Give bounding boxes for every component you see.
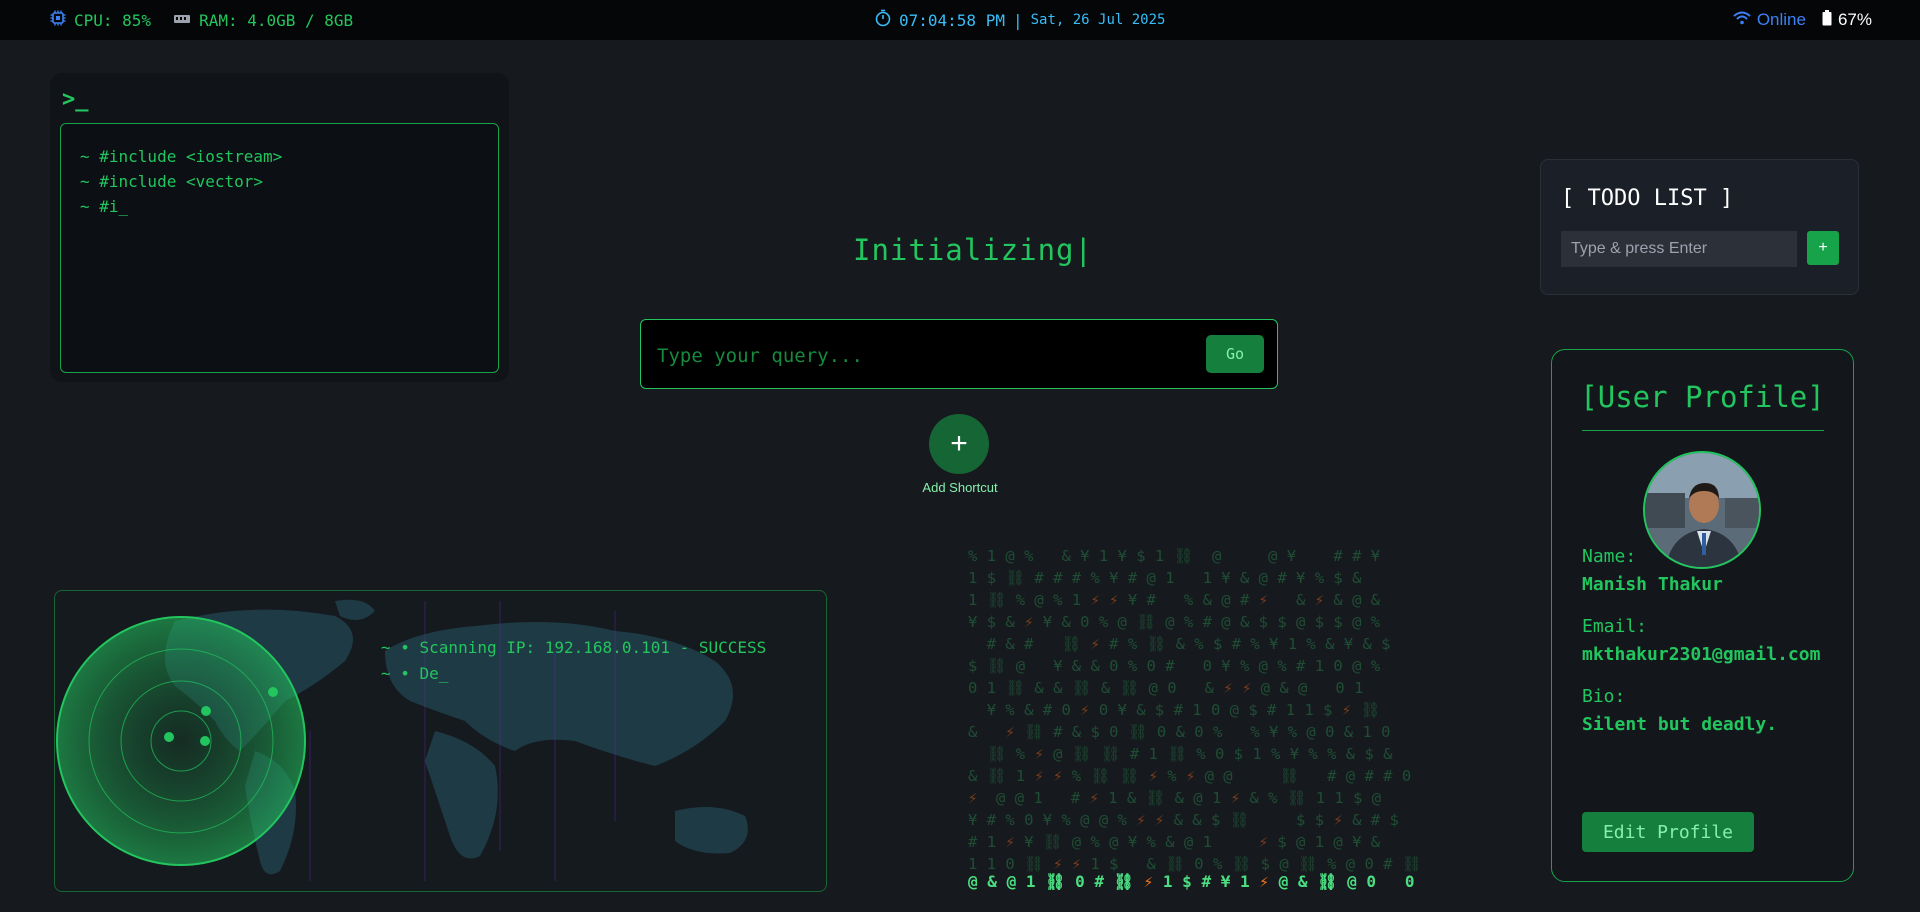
matrix-row: # & # ⛓ ⚡ # % ⛓ & % $ # % ¥ 1 % & ¥ & $ <box>986 635 1391 653</box>
matrix-row: 0 1 ⛓ & & ⛓ & ⛓ @ 0 & ⚡ ⚡ @ & @ 0 1 <box>968 679 1364 697</box>
matrix-row: % 1 @ % & ¥ 1 ¥ $ 1 ⛓ @ @ ¥ # # ¥ <box>968 547 1381 565</box>
wifi-icon <box>1733 10 1751 30</box>
todo-add-button[interactable]: + <box>1807 231 1839 265</box>
profile-divider <box>1582 430 1824 431</box>
ram-stat: RAM: 4.0GB / 8GB <box>173 11 353 30</box>
memory-icon <box>173 11 191 30</box>
user-profile-card: [User Profile] Name: Manish Thakur Email… <box>1551 349 1854 882</box>
terminal-line: ~ #include <iostream> <box>80 147 283 166</box>
plus-icon: + <box>950 427 968 460</box>
add-shortcut-button[interactable]: + <box>929 414 989 474</box>
code-terminal: >_ ~ #include <iostream> ~ #include <vec… <box>50 73 509 382</box>
terminal-line: ~ #i_ <box>80 197 129 216</box>
matrix-rain-highlight: @ & @ 1 ⛓ 0 # ⛓ ⚡ 1 $ # ¥ 1 ⚡ @ & ⛓ @ 0 … <box>968 872 1415 891</box>
profile-bio: Silent but deadly. <box>1582 714 1778 735</box>
clock-date: Sat, 26 Jul 2025 <box>1030 12 1166 28</box>
matrix-row: ⚡ @ @ 1 # ⚡ 1 & ⛓ & @ 1 ⚡ & % ⛓ 1 1 $ @ <box>968 789 1382 807</box>
matrix-row: @ & @ 1 ⛓ 0 # ⛓ ⚡ 1 $ # ¥ 1 ⚡ @ & ⛓ @ 0 … <box>968 872 1415 891</box>
matrix-row: ¥ % & # 0 ⚡ 0 ¥ & $ # 1 0 @ $ # 1 1 $ ⚡ … <box>986 701 1381 719</box>
network-label: Online <box>1756 10 1806 29</box>
edit-profile-button[interactable]: Edit Profile <box>1582 812 1754 852</box>
matrix-row: 1 $ ⛓ # # # % ¥ # @ 1 1 ¥ & @ # ¥ % $ & <box>968 569 1362 587</box>
scan-log-line: ~ • De_ <box>381 664 449 683</box>
system-status: Online 67% <box>1733 0 1872 40</box>
avatar <box>1643 451 1761 569</box>
matrix-row: & ⚡ ⛓ # & $ 0 ⛓ 0 & 0 % % ¥ % @ 0 & 1 0 <box>968 723 1391 741</box>
profile-bio-label: Bio: <box>1582 686 1626 707</box>
matrix-row: & ⛓ 1 ⚡ ⚡ % ⛓ ⛓ ⚡ % ⚡ @ @ ⛓ # @ # # 0 <box>968 767 1412 785</box>
matrix-row: $ ⛓ @ ¥ & & 0 % 0 # 0 ¥ % @ % # 1 0 @ % <box>968 657 1381 675</box>
battery-icon <box>1822 9 1832 31</box>
profile-name-label: Name: <box>1582 546 1637 567</box>
battery-status: 67% <box>1822 9 1872 31</box>
network-status: Online <box>1733 10 1806 30</box>
scan-log-line: ~ • Scanning IP: 192.168.0.101 - SUCCESS <box>381 638 767 657</box>
go-button[interactable]: Go <box>1206 335 1264 373</box>
terminal-output: ~ #include <iostream> ~ #include <vector… <box>60 123 499 373</box>
matrix-row: ¥ # % 0 ¥ % @ @ % ⚡ ⚡ & & $ ⛓ $ $ ⚡ & # … <box>968 811 1399 829</box>
ram-usage: RAM: 4.0GB / 8GB <box>199 10 354 30</box>
profile-name: Manish Thakur <box>1582 574 1723 595</box>
todo-title: [ TODO LIST ] <box>1561 186 1734 211</box>
terminal-line: ~ #include <vector> <box>80 172 264 191</box>
timer-icon <box>875 9 891 31</box>
matrix-rain: % 1 @ % & ¥ 1 ¥ $ 1 ⛓ @ @ ¥ # # ¥ 1 $ ⛓ #… <box>968 545 1513 895</box>
typing-headline: Initializing| <box>853 233 1093 267</box>
cpu-stat: CPU: 85% <box>50 10 151 30</box>
system-stats: CPU: 85% RAM: 4.0GB / 8GB <box>50 0 353 40</box>
add-shortcut-label: Add Shortcut <box>922 480 998 495</box>
profile-email: mkthakur2301@gmail.com <box>1582 644 1821 665</box>
todo-widget: [ TODO LIST ] + <box>1540 159 1859 295</box>
clock-separator: | <box>1012 10 1023 30</box>
profile-title: [User Profile] <box>1580 380 1825 414</box>
profile-email-label: Email: <box>1582 616 1648 637</box>
clock-time: 07:04:58 PM <box>899 10 1005 30</box>
matrix-row: 1 ⛓ % @ % 1 ⚡ ⚡ ¥ # % & @ # ⚡ & ⚡ & @ & <box>968 591 1381 609</box>
matrix-row: # 1 ⚡ ¥ ⛓ @ % @ ¥ % & @ 1 ⚡ $ @ 1 @ ¥ & <box>968 833 1381 851</box>
status-bar: CPU: 85% RAM: 4.0GB / 8GB 07:04:58 PM | … <box>0 0 1920 40</box>
world-map-graphic <box>56 599 748 881</box>
cpu-icon <box>50 10 66 30</box>
terminal-prompt-icon: >_ <box>62 87 89 112</box>
cpu-usage: CPU: 85% <box>74 10 152 30</box>
matrix-row: ¥ $ & ⚡ ¥ & 0 % @ ⛓ @ % # @ & $ $ @ $ $ … <box>968 613 1381 631</box>
matrix-row: ⛓ % ⚡ @ ⛓ ⛓ # 1 ⛓ % 0 $ 1 % ¥ % % & $ & <box>986 745 1393 763</box>
network-scanner-map: ~ • Scanning IP: 192.168.0.101 - SUCCESS… <box>54 590 827 892</box>
battery-level: 67% <box>1837 10 1872 29</box>
todo-input[interactable] <box>1561 231 1797 267</box>
clock: 07:04:58 PM | Sat, 26 Jul 2025 <box>875 0 1165 40</box>
search-bar: Go <box>640 319 1278 389</box>
search-input[interactable] <box>655 338 1199 374</box>
